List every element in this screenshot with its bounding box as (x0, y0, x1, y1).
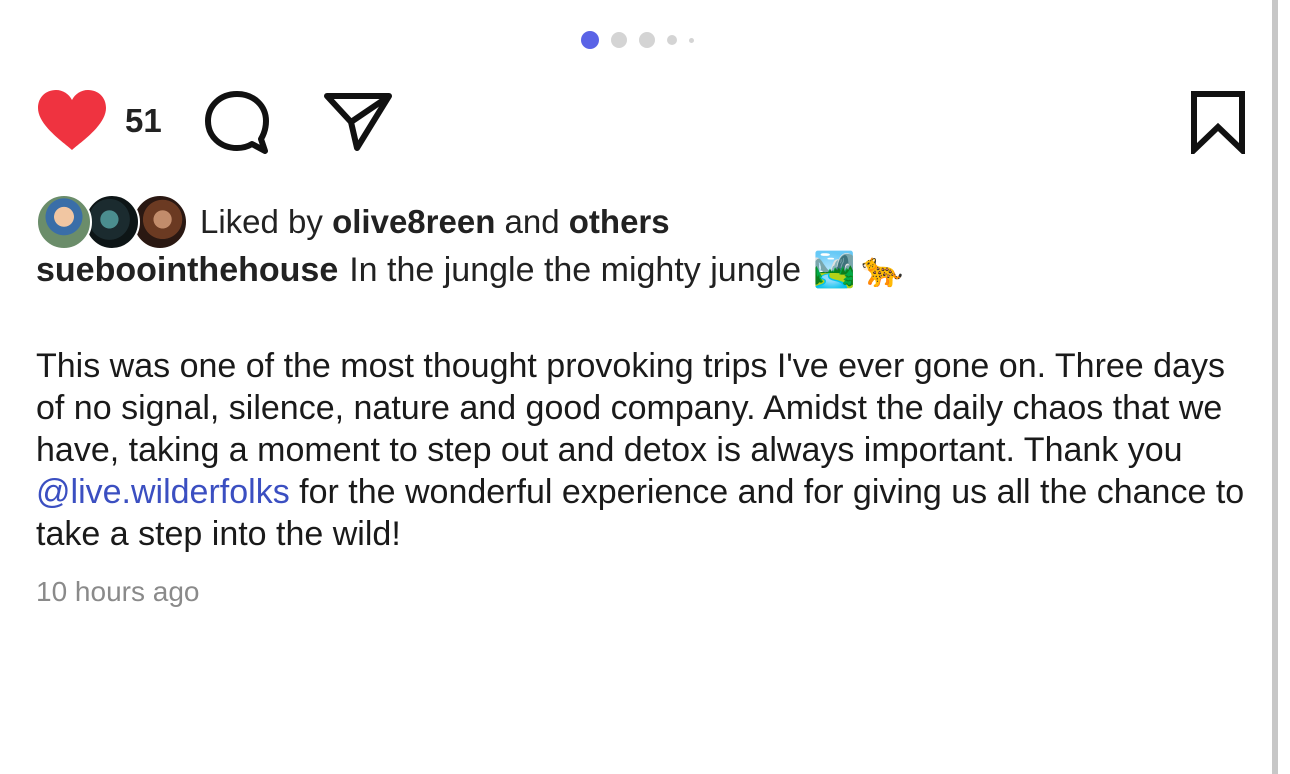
comment-bubble-icon (205, 91, 269, 154)
liker-username[interactable]: olive8reen (332, 203, 495, 240)
avatar[interactable] (132, 194, 188, 250)
caption-headline: sueboointhehouse In the jungle the might… (36, 250, 904, 290)
liked-by-prefix: Liked by (200, 203, 333, 240)
carousel-indicator (0, 31, 1275, 49)
caption-body: This was one of the most thought provoki… (36, 345, 1256, 555)
post-timestamp: 10 hours ago (36, 576, 200, 607)
mention-link[interactable]: @live.wilderfolks (36, 473, 290, 511)
carousel-dot[interactable] (611, 32, 627, 48)
comment-button[interactable] (204, 90, 270, 154)
post-actions-bar: 51 (36, 88, 1248, 156)
caption-first-line: In the jungle the mighty jungle (349, 250, 801, 289)
carousel-dot[interactable] (667, 35, 677, 45)
avatar[interactable] (84, 194, 140, 250)
liker-avatars[interactable] (36, 194, 188, 250)
post-detail: 51 Liked by olive8reen and others sueboo… (0, 0, 1290, 774)
caption-body-text: This was one of the most thought provoki… (36, 347, 1225, 469)
scrollbar[interactable] (1272, 0, 1278, 774)
avatar[interactable] (36, 194, 92, 250)
share-button[interactable] (323, 90, 393, 154)
carousel-dot-active[interactable] (581, 31, 599, 49)
bookmark-icon (1191, 91, 1245, 154)
paper-plane-icon (324, 93, 392, 151)
likes-others-link[interactable]: others (569, 203, 670, 240)
carousel-dot[interactable] (639, 32, 655, 48)
like-count[interactable]: 51 (125, 102, 162, 140)
national-park-emoji: 🏞️ (812, 251, 856, 289)
bookmark-button[interactable] (1190, 90, 1246, 154)
post-author-username[interactable]: sueboointhehouse (36, 251, 338, 290)
heart-icon (38, 90, 106, 150)
carousel-dot[interactable] (689, 37, 694, 43)
likes-summary[interactable]: Liked by olive8reen and others (36, 194, 670, 250)
like-button[interactable] (36, 88, 108, 152)
liked-by-conjunction: and (495, 203, 569, 240)
liked-by-text: Liked by olive8reen and others (200, 203, 670, 241)
leopard-emoji: 🐆 (861, 251, 904, 289)
